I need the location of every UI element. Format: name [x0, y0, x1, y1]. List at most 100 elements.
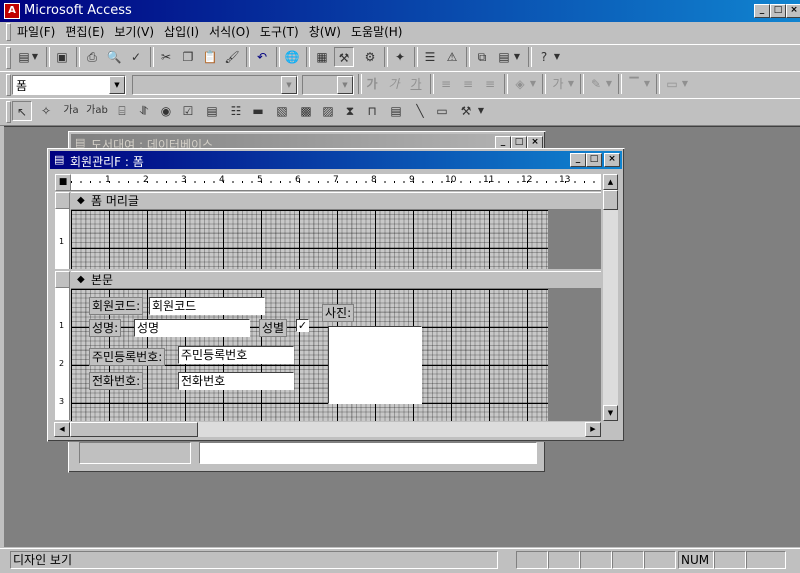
- cut-icon[interactable]: ✂: [156, 47, 176, 67]
- toolbar-grip[interactable]: [6, 74, 11, 96]
- help-icon[interactable]: ?: [534, 47, 554, 67]
- toolbox-icon[interactable]: ⚒: [334, 47, 354, 67]
- photo-label[interactable]: 사진:: [322, 304, 355, 322]
- print-preview-icon[interactable]: 🔍: [104, 47, 124, 67]
- menu-view[interactable]: 보기(V): [109, 23, 159, 41]
- database-window-icon[interactable]: ⧉: [472, 47, 492, 67]
- chevron-down-icon[interactable]: ▼: [281, 76, 297, 94]
- font-color-icon[interactable]: 가: [548, 74, 568, 94]
- option-group-icon[interactable]: ⌸: [112, 101, 132, 121]
- phone-label[interactable]: 전화번호:: [89, 372, 144, 390]
- new-object-icon[interactable]: ▤: [494, 47, 514, 67]
- header-section-selector[interactable]: [55, 192, 70, 209]
- member-code-textbox[interactable]: 회원코드: [149, 297, 265, 315]
- form-header-grid[interactable]: [71, 210, 548, 269]
- align-right-icon[interactable]: ≡: [480, 74, 500, 94]
- page-break-icon[interactable]: ⧗: [340, 101, 360, 121]
- gender-label[interactable]: 성별: [259, 319, 288, 337]
- underline-icon[interactable]: 가: [406, 74, 426, 94]
- minimize-button[interactable]: _: [754, 4, 770, 18]
- detail-bar[interactable]: ◆ 본문: [71, 271, 601, 289]
- name-label[interactable]: 성명:: [89, 319, 122, 337]
- menu-insert[interactable]: 삽입(I): [159, 23, 204, 41]
- menu-window[interactable]: 창(W): [304, 23, 346, 41]
- special-effect-dropdown-icon[interactable]: ▼: [680, 74, 690, 94]
- rectangle-icon[interactable]: ▭: [432, 101, 452, 121]
- option-button-icon[interactable]: ◉: [156, 101, 176, 121]
- line-color-icon[interactable]: ✎: [586, 74, 606, 94]
- more-controls-dropdown-icon[interactable]: ▼: [476, 101, 486, 121]
- align-left-icon[interactable]: ≡: [436, 74, 456, 94]
- name-textbox[interactable]: 성명: [134, 319, 250, 337]
- size-select[interactable]: ▼: [302, 75, 354, 95]
- menu-edit[interactable]: 편집(E): [60, 23, 109, 41]
- textbox-tool[interactable]: 가ab: [84, 101, 110, 121]
- line-width-dropdown-icon[interactable]: ▼: [642, 74, 652, 94]
- member-code-label[interactable]: 회원코드:: [89, 297, 144, 315]
- close-button[interactable]: ×: [786, 4, 800, 18]
- menu-format[interactable]: 서식(O): [204, 23, 255, 41]
- paste-icon[interactable]: 📋: [200, 47, 220, 67]
- font-select[interactable]: ▼: [132, 75, 298, 95]
- build-icon[interactable]: ⚠: [442, 47, 462, 67]
- print-icon[interactable]: ⎙: [82, 47, 102, 67]
- scroll-up-button[interactable]: ▲: [603, 174, 618, 190]
- size-grip[interactable]: [603, 422, 618, 437]
- view-dropdown-icon[interactable]: ▼: [30, 47, 40, 67]
- autoformat-icon[interactable]: ⚙: [360, 47, 380, 67]
- control-wizard-icon[interactable]: ✧: [36, 101, 56, 121]
- unbound-object-icon[interactable]: ▩: [296, 101, 316, 121]
- line-width-icon[interactable]: ▔: [624, 74, 644, 94]
- new-object-dropdown-icon[interactable]: ▼: [512, 47, 522, 67]
- field-list-icon[interactable]: ▦: [312, 47, 332, 67]
- jumin-textbox[interactable]: 주민등록번호: [178, 346, 294, 364]
- format-painter-icon[interactable]: 🖌: [222, 47, 242, 67]
- minimize-button[interactable]: _: [570, 153, 586, 167]
- image-icon[interactable]: ▧: [272, 101, 292, 121]
- access-logo-icon[interactable]: A: [4, 3, 20, 19]
- bold-icon[interactable]: 가: [362, 74, 382, 94]
- scroll-right-button[interactable]: ▶: [585, 422, 601, 437]
- fill-color-icon[interactable]: ◈: [510, 74, 530, 94]
- form-header-bar[interactable]: ◆ 폼 머리글: [71, 192, 601, 210]
- object-select[interactable]: 폼 ▼: [12, 75, 126, 95]
- form-design-window[interactable]: ▤ 회원관리F : 폼 _ □ × ■ 1 2 3 4 5 6 7 8 9 10…: [47, 148, 625, 442]
- more-controls-icon[interactable]: ⚒: [456, 101, 476, 121]
- hyperlink-icon[interactable]: 🌐: [282, 47, 302, 67]
- properties-icon[interactable]: ☰: [420, 47, 440, 67]
- bound-object-icon[interactable]: ▨: [318, 101, 338, 121]
- form-selector[interactable]: ■: [55, 174, 71, 191]
- align-center-icon[interactable]: ≡: [458, 74, 478, 94]
- fill-color-dropdown-icon[interactable]: ▼: [528, 74, 538, 94]
- horizontal-scrollbar[interactable]: ◀ ▶: [54, 422, 601, 437]
- subform-icon[interactable]: ▤: [386, 101, 406, 121]
- checkbox-icon[interactable]: ☑: [178, 101, 198, 121]
- chevron-down-icon[interactable]: ▼: [109, 76, 125, 94]
- toggle-button-icon[interactable]: ⥯: [134, 101, 154, 121]
- vertical-scrollbar[interactable]: ▲ ▼: [603, 174, 618, 421]
- code-icon[interactable]: ✦: [390, 47, 410, 67]
- select-objects-icon[interactable]: ↖: [12, 101, 32, 121]
- spelling-icon[interactable]: ✓: [126, 47, 146, 67]
- undo-icon[interactable]: ↶: [252, 47, 272, 67]
- copy-icon[interactable]: ❐: [178, 47, 198, 67]
- scroll-thumb[interactable]: [603, 190, 618, 210]
- scroll-down-button[interactable]: ▼: [603, 405, 618, 421]
- menu-grip[interactable]: [6, 23, 11, 41]
- combo-box-icon[interactable]: ▤: [202, 101, 222, 121]
- font-color-dropdown-icon[interactable]: ▼: [566, 74, 576, 94]
- tab-control-icon[interactable]: ⊓: [362, 101, 382, 121]
- jumin-label[interactable]: 주민등록번호:: [89, 348, 166, 366]
- database-object-pane[interactable]: [199, 442, 537, 464]
- label-tool[interactable]: 가a: [60, 101, 82, 121]
- save-icon[interactable]: ▣: [52, 47, 72, 67]
- chevron-down-icon[interactable]: ▼: [337, 76, 353, 94]
- scroll-left-button[interactable]: ◀: [54, 422, 70, 437]
- menu-file[interactable]: 파일(F): [12, 23, 60, 41]
- italic-icon[interactable]: 가: [384, 74, 404, 94]
- menu-tools[interactable]: 도구(T): [255, 23, 304, 41]
- toolbar-grip[interactable]: [6, 47, 11, 69]
- line-icon[interactable]: ╲: [410, 101, 430, 121]
- help-dropdown-icon[interactable]: ▼: [552, 47, 562, 67]
- special-effect-icon[interactable]: ▭: [662, 74, 682, 94]
